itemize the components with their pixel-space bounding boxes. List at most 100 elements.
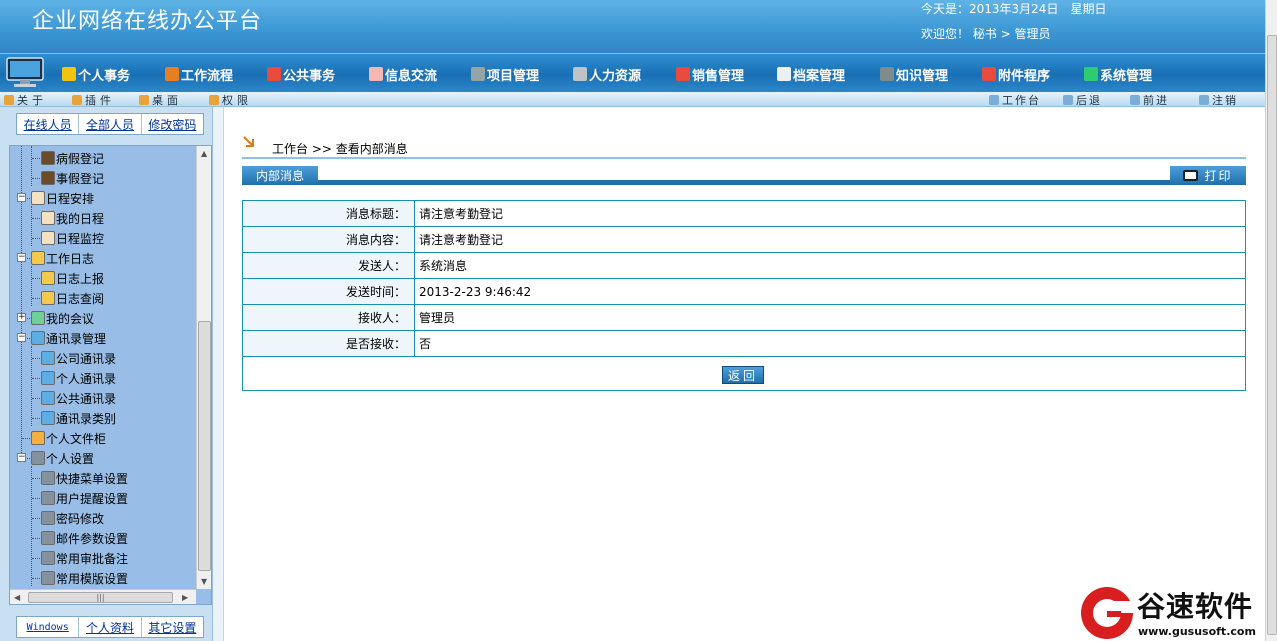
tree-item[interactable]: 常用审批备注 (41, 548, 128, 568)
tree-item[interactable]: 工作日志 (31, 248, 94, 268)
meeting-icon (31, 311, 45, 325)
logout-icon (1199, 94, 1209, 105)
tree-item[interactable]: 公共通讯录 (41, 388, 116, 408)
tree-item[interactable]: 日程监控 (41, 228, 104, 248)
tree-item[interactable]: 密码修改 (41, 508, 104, 528)
welcome-user: 欢迎您！ 秘书 > 管理员 (921, 27, 1051, 41)
nav-item-5[interactable]: 项目管理 (471, 64, 539, 84)
sub-item-about[interactable]: 关于 (4, 92, 47, 107)
tree-vertical-scrollbar[interactable]: ▲ ▼ (196, 146, 211, 589)
tree-item[interactable]: 个人文件柜 (31, 428, 106, 448)
tree-item[interactable]: 个人通讯录 (41, 368, 116, 388)
sub-item-logout[interactable]: 注销 (1199, 92, 1238, 107)
nav-item-4[interactable]: 信息交流 (369, 64, 437, 84)
nav-item-6[interactable]: 人力资源 (573, 64, 641, 84)
home-icon (989, 94, 999, 105)
sidebar-splitter[interactable] (213, 107, 224, 641)
nav-item-2[interactable]: 工作流程 (165, 64, 233, 84)
contacts-icon (41, 391, 55, 405)
nav-item-9[interactable]: 知识管理 (880, 64, 948, 84)
scroll-up-icon[interactable]: ▲ (201, 149, 207, 158)
tab-personal-info[interactable]: 个人资料 (79, 617, 142, 637)
sub-item-home[interactable]: 工作台 (989, 92, 1041, 107)
tree-item[interactable]: 事假登记 (41, 168, 104, 188)
sub-item-plugin[interactable]: 插件 (72, 92, 115, 107)
nav-item-1[interactable]: 个人事务 (62, 64, 130, 84)
sub-item-label: 桌面 (152, 93, 182, 107)
nav-item-10[interactable]: 附件程序 (982, 64, 1050, 84)
print-button[interactable]: 打印 (1170, 166, 1246, 185)
nav-item-label: 工作流程 (181, 68, 234, 84)
collapse-icon[interactable]: − (17, 453, 26, 462)
tree-item[interactable]: 快捷菜单设置 (41, 468, 128, 488)
tree-horizontal-scrollbar[interactable]: ◀ ||| ▶ (10, 589, 196, 604)
detail-label: 消息内容： (243, 227, 415, 252)
page-scroll-thumb[interactable] (1267, 35, 1277, 635)
scroll-down-icon[interactable]: ▼ (201, 577, 207, 586)
tree-item-label: 通讯录类别 (56, 411, 117, 426)
archive-icon (777, 67, 791, 81)
expand-icon[interactable]: + (17, 313, 26, 322)
sub-item-label: 关于 (17, 93, 47, 107)
detail-row: 发送人： 系统消息 (243, 253, 1245, 279)
tree-item-label: 密码修改 (56, 511, 105, 526)
tree-item[interactable]: 我的会议 (31, 308, 94, 328)
leave-icon (41, 151, 55, 165)
tab-windows[interactable]: Windows (17, 617, 80, 637)
tree-item-label: 用户提醒设置 (56, 491, 129, 506)
tree-item[interactable]: 日程安排 (31, 188, 94, 208)
settings-icon (41, 551, 55, 565)
tree-item[interactable]: 常用模版设置 (41, 568, 128, 588)
desktop-icon (139, 94, 149, 105)
tree-item[interactable]: 通讯录管理 (31, 328, 106, 348)
collapse-icon[interactable]: − (17, 193, 26, 202)
sub-item-label: 插件 (85, 93, 115, 107)
gift-icon (676, 67, 690, 81)
nav-item-3[interactable]: 公共事务 (267, 64, 335, 84)
tab-internal-message[interactable]: 内部消息 (242, 166, 318, 185)
tree-item[interactable]: 邮件参数设置 (41, 528, 128, 548)
tab-all-users[interactable]: 全部人员 (79, 114, 142, 134)
detail-row: 消息内容： 请注意考勤登记 (243, 227, 1245, 253)
sub-item-label: 注销 (1212, 93, 1238, 107)
tree-item-label: 快捷菜单设置 (56, 471, 129, 486)
detail-row: 消息标题： 请注意考勤登记 (243, 201, 1245, 227)
calendar-icon (31, 191, 45, 205)
breadcrumb-divider (242, 157, 1246, 159)
collapse-icon[interactable]: − (17, 253, 26, 262)
nav-item-7[interactable]: 销售管理 (676, 64, 744, 84)
tree-item[interactable]: 用户提醒设置 (41, 488, 128, 508)
tree-horizontal-thumb[interactable]: ||| (28, 592, 173, 603)
tree-item[interactable]: 通讯录类别 (41, 408, 116, 428)
detail-value: 请注意考勤登记 (419, 207, 504, 221)
settings-icon (31, 451, 45, 465)
sub-item-forward[interactable]: 前进 (1130, 92, 1169, 107)
sub-item-desktop[interactable]: 桌面 (139, 92, 182, 107)
scroll-right-icon[interactable]: ▶ (182, 593, 188, 602)
app-title: 企业网络在线办公平台 (32, 9, 263, 34)
tree-item[interactable]: 日志查阅 (41, 288, 104, 308)
tab-change-password[interactable]: 修改密码 (142, 114, 203, 134)
scroll-left-icon[interactable]: ◀ (14, 593, 20, 602)
pencil-icon (41, 291, 55, 305)
tree-item[interactable]: 日志上报 (41, 268, 104, 288)
tree-vertical-thumb[interactable] (198, 321, 211, 571)
collapse-icon[interactable]: − (17, 333, 26, 342)
tab-online-users[interactable]: 在线人员 (17, 114, 80, 134)
page-vertical-scrollbar[interactable] (1265, 0, 1277, 641)
tree-item[interactable]: 公司通讯录 (41, 348, 116, 368)
tree-item[interactable]: 病假登记 (41, 148, 104, 168)
nav-item-11[interactable]: 系统管理 (1084, 64, 1152, 84)
tree-item[interactable]: 个人设置 (31, 448, 94, 468)
tree-item[interactable]: 我的日程 (41, 208, 104, 228)
tree-item-label: 日程安排 (46, 191, 95, 206)
sub-item-back[interactable]: 后退 (1063, 92, 1102, 107)
attachment-icon (982, 67, 996, 81)
tab-other-settings[interactable]: 其它设置 (142, 617, 203, 637)
detail-row: 是否接收： 否 (243, 331, 1245, 357)
sub-item-permission[interactable]: 权限 (209, 92, 252, 107)
tree-item-label: 公司通讯录 (56, 351, 117, 366)
sub-item-label: 权限 (222, 93, 252, 107)
nav-item-8[interactable]: 档案管理 (777, 64, 845, 84)
back-button[interactable]: 返回 (722, 366, 764, 384)
